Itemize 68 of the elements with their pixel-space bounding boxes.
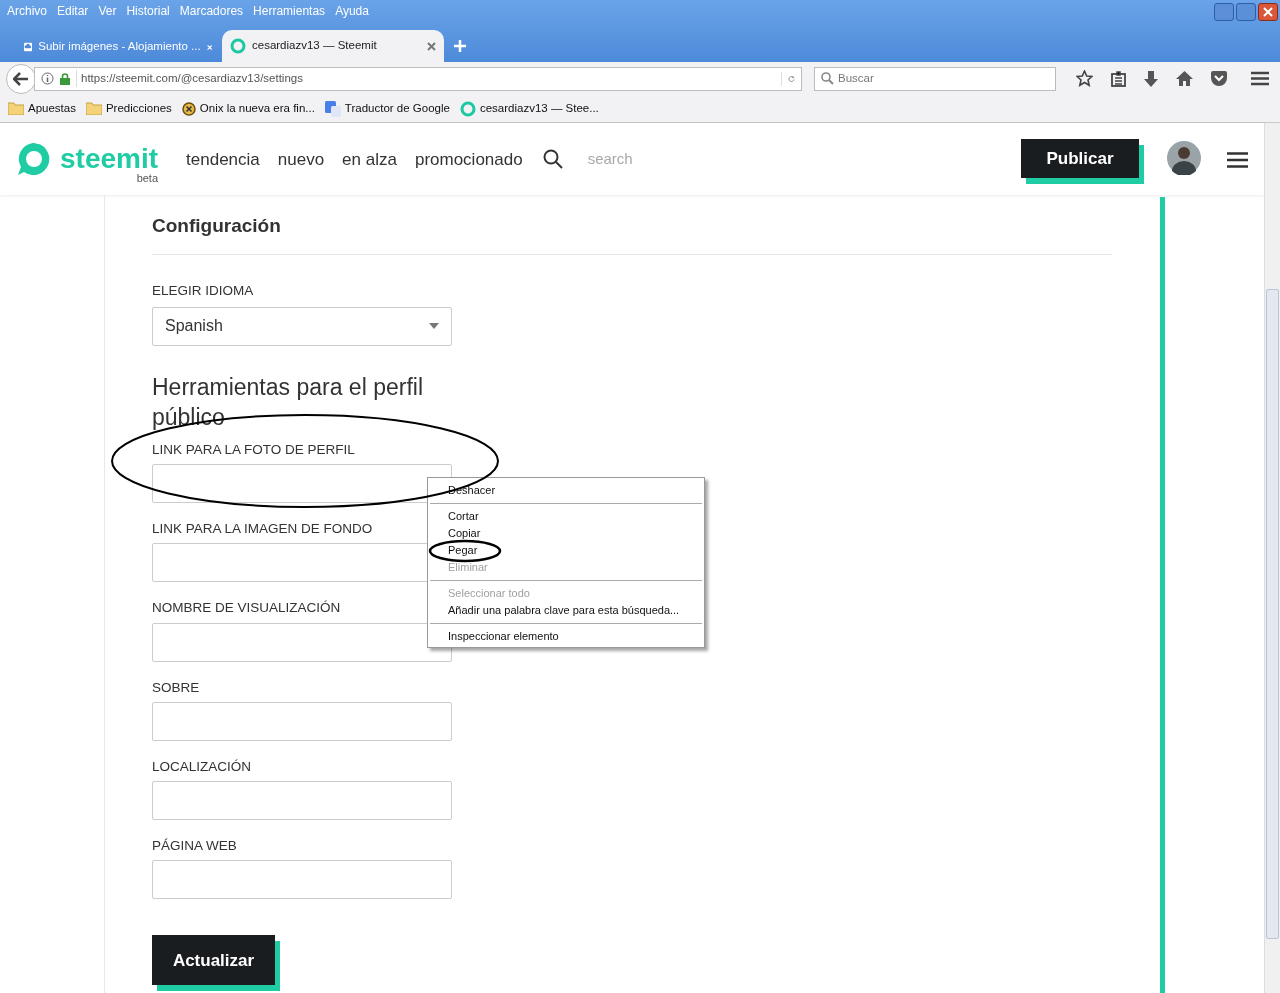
dropdown-caret-icon [429,323,439,330]
bookmark-star-icon[interactable] [1076,70,1093,87]
context-menu-item[interactable]: Cortar [428,508,704,525]
minimize-button[interactable] [1214,3,1234,21]
field-label: LINK PARA LA FOTO DE PERFIL [152,440,355,459]
field-label: PÁGINA WEB [152,837,237,855]
context-menu-item[interactable]: Añadir una palabra clave para esta búsqueda... [428,602,704,619]
tab-title: Subir imágenes - Alojamiento ... [38,39,201,55]
field-label: LOCALIZACIÓN [152,757,252,776]
back-arrow-icon [13,71,29,86]
back-button[interactable] [6,63,36,94]
scrollbar[interactable] [1264,123,1280,993]
avatar-icon[interactable] [1167,141,1201,175]
close-icon[interactable] [427,41,436,51]
menu-icon[interactable] [1227,152,1248,168]
search-placeholder: Buscar [838,70,874,86]
folder-icon [8,102,24,115]
field-label: LINK PARA LA IMAGEN DE FONDO [152,520,373,538]
tab-title: cesardiazv13 — Steemit [252,38,378,54]
nav-link[interactable]: en alza [342,150,397,168]
field-label: NOMBRE DE VISUALIZACIÓN [152,599,341,618]
lock-icon [60,72,70,85]
field-label: SOBRE [152,678,200,697]
search-icon [821,72,834,85]
context-menu-item[interactable]: Copiar [428,525,704,542]
field-label: ELEGIR IDIOMA [152,281,254,300]
nav-link[interactable]: tendencia [186,150,260,168]
context-menu-item[interactable]: Inspeccionar elemento [428,628,704,645]
search-icon[interactable] [542,149,563,169]
steemit-logo-icon [459,100,476,117]
context-menu-item: Eliminar [447,560,489,575]
beta-label: beta [136,171,159,186]
clipboard-list-icon[interactable] [1111,70,1126,87]
nav-link[interactable]: nuevo [277,150,325,168]
language-select[interactable]: Spanish [152,306,452,346]
steemit-logo-icon [230,38,246,54]
browser-tab[interactable]: cesardiazv13 — Steemit [222,30,444,62]
download-icon[interactable] [1144,70,1158,87]
nav-link[interactable]: promocionado [414,150,523,168]
folder-icon [85,102,102,115]
menu-icon[interactable] [1251,71,1269,86]
pocket-icon[interactable] [1211,71,1227,86]
close-icon[interactable] [206,42,212,52]
bookmark-item[interactable]: Apuestas [8,99,76,118]
bookmark-item[interactable]: cesardiazv13 — Stee... [459,99,599,118]
search-field[interactable]: Buscar [814,66,1056,91]
close-icon [1263,7,1273,17]
text-input[interactable] [152,860,452,900]
home-icon[interactable] [1176,71,1193,86]
context-menu-item[interactable]: Pegar [428,542,704,559]
cloud-icon [24,40,33,54]
scrollbar-thumb[interactable] [1266,289,1279,939]
bookmark-item[interactable]: Traductor de Google [324,99,450,118]
text-input[interactable] [152,701,452,741]
translate-icon [324,100,341,117]
info-icon [41,72,54,85]
text-input[interactable] [152,781,452,820]
url-text: https://steemit.com/@cesardiazv13/settings [76,69,775,88]
context-menu-item: Seleccionar todo [447,586,531,601]
reload-icon[interactable] [781,71,795,86]
bookmark-item[interactable]: Predicciones [85,99,172,118]
section-heading: Herramientas para el perfil público [152,372,424,432]
close-button[interactable] [1258,3,1278,21]
section-title: Configuración [152,195,1112,255]
bookmark-item[interactable]: Onix la nueva era fin... [181,99,315,118]
address-bar[interactable]: https://steemit.com/@cesardiazv13/settings [34,66,802,91]
new-tab-icon[interactable] [454,40,466,52]
coin-icon [181,101,196,116]
